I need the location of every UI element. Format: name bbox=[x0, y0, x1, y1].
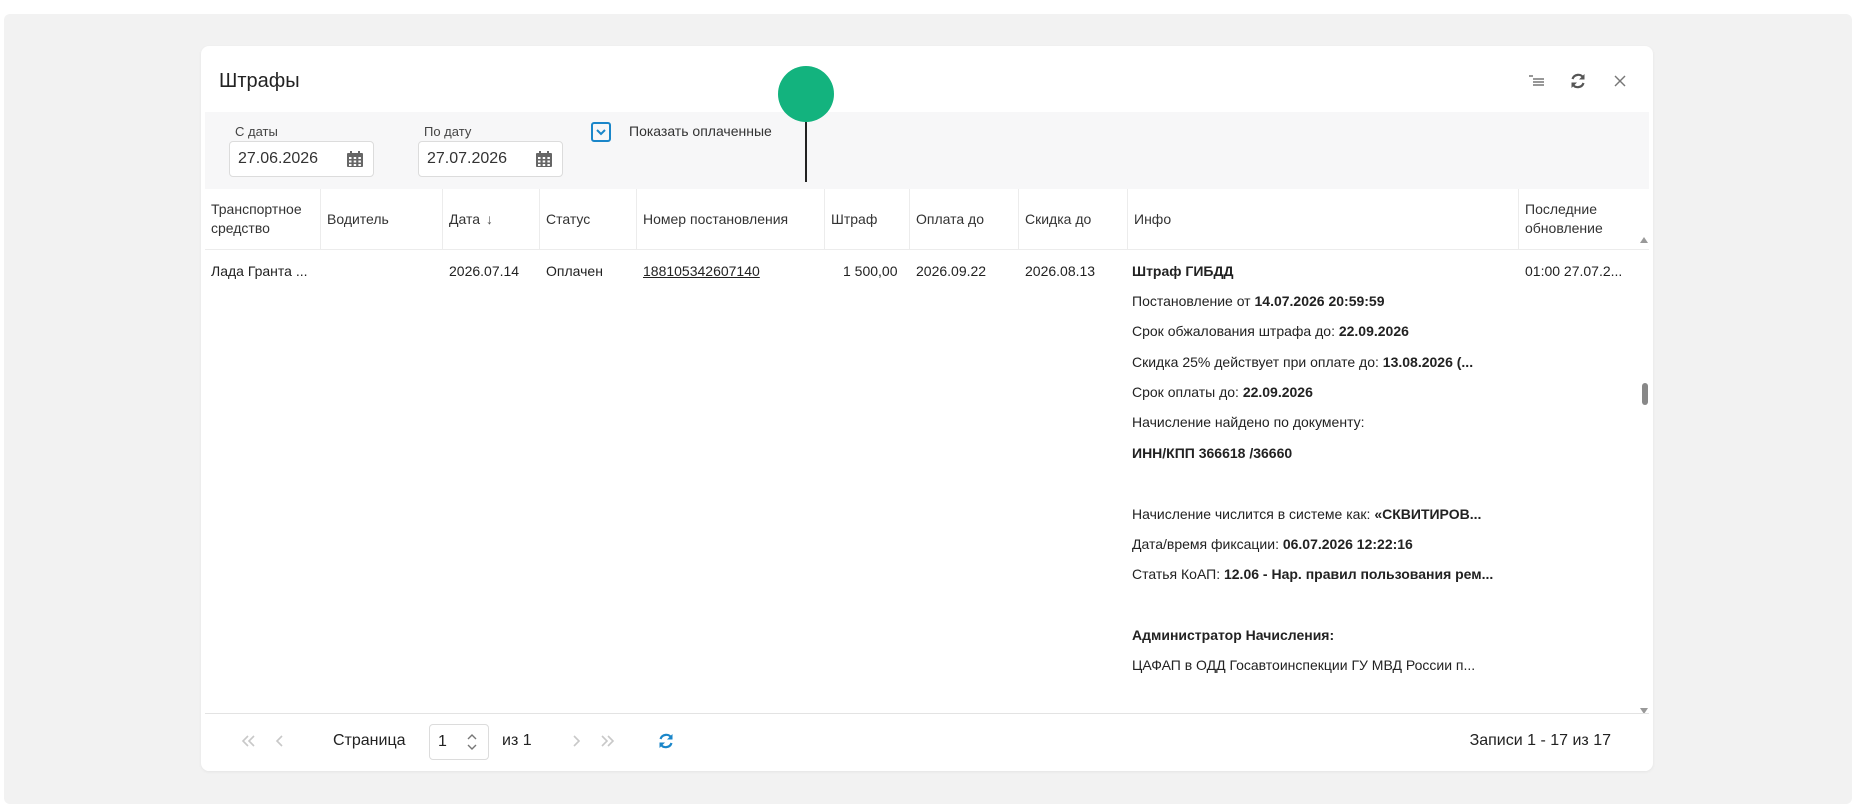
calendar-icon[interactable] bbox=[345, 149, 365, 169]
col-pay-until[interactable]: Оплата до bbox=[910, 189, 1019, 249]
col-driver[interactable]: Водитель bbox=[321, 189, 443, 249]
info-line: Дата/время фиксации: 06.07.2026 12:22:16 bbox=[1132, 536, 1413, 552]
info-line: Срок оплаты до: 22.09.2026 bbox=[1132, 384, 1313, 400]
col-fine[interactable]: Штраф bbox=[825, 189, 910, 249]
info-line: Скидка 25% действует при оплате до: 13.0… bbox=[1132, 354, 1474, 370]
col-date-label: Дата bbox=[449, 210, 481, 227]
col-vehicle[interactable]: Транспортное средство bbox=[205, 189, 321, 249]
header-tools bbox=[1525, 70, 1631, 92]
cell-status: Оплачен bbox=[546, 263, 603, 279]
to-date-field[interactable]: 27.07.2026 bbox=[418, 141, 563, 177]
info-line: Начисление числится в системе как: «СКВИ… bbox=[1132, 506, 1482, 522]
fines-panel: Штрафы С даты 27.06.2026 По дату 27.07.2… bbox=[201, 46, 1653, 771]
pager: Страница 1 из 1 Записи 1 - 17 из 17 bbox=[205, 713, 1649, 771]
page-label: Страница bbox=[333, 732, 406, 749]
annotation-marker bbox=[778, 66, 834, 122]
cell-pay-until: 2026.09.22 bbox=[916, 263, 987, 279]
page-number-input[interactable]: 1 bbox=[429, 724, 489, 760]
show-paid-label[interactable]: Показать оплаченные bbox=[629, 123, 772, 139]
page-number-value: 1 bbox=[438, 733, 447, 750]
col-status[interactable]: Статус bbox=[540, 189, 637, 249]
from-date-label: С даты bbox=[235, 124, 278, 139]
page-stepper-icon[interactable] bbox=[465, 731, 479, 753]
annotation-marker-line bbox=[805, 122, 807, 182]
page-total-label: из 1 bbox=[502, 732, 532, 749]
col-discount-until[interactable]: Скидка до bbox=[1019, 189, 1128, 249]
cell-discount-until: 2026.08.13 bbox=[1025, 263, 1096, 279]
to-date-label: По дату bbox=[424, 124, 472, 139]
info-line: Постановление от 14.07.2026 20:59:59 bbox=[1132, 293, 1385, 309]
first-page-icon[interactable] bbox=[237, 730, 259, 752]
show-paid-checkbox[interactable] bbox=[591, 122, 611, 142]
filter-bar: С даты 27.06.2026 По дату 27.07.2026 bbox=[205, 112, 1649, 189]
close-icon[interactable] bbox=[1609, 70, 1631, 92]
col-date[interactable]: Дата ↓ bbox=[443, 189, 540, 249]
to-date-value: 27.07.2026 bbox=[427, 150, 508, 167]
from-date-value: 27.06.2026 bbox=[238, 150, 319, 167]
sort-desc-icon: ↓ bbox=[486, 210, 494, 227]
table-body: Лада Гранта ... 2026.07.14 Оплачен 18810… bbox=[205, 249, 1649, 709]
last-page-icon[interactable] bbox=[597, 730, 619, 752]
info-line: Штраф ГИБДД bbox=[1132, 263, 1234, 279]
scroll-up-arrow[interactable] bbox=[1640, 237, 1648, 243]
cell-updated: 01:00 27.07.2... bbox=[1525, 263, 1623, 279]
resolution-link[interactable]: 188105342607140 bbox=[643, 263, 760, 279]
prev-page-icon[interactable] bbox=[269, 730, 291, 752]
records-count: Записи 1 - 17 из 17 bbox=[1469, 732, 1611, 749]
panel-title: Штрафы bbox=[219, 70, 300, 92]
cell-fine: 1 500,00 bbox=[843, 263, 898, 279]
chevron-down-icon bbox=[596, 129, 606, 136]
refresh-icon[interactable] bbox=[655, 730, 677, 752]
info-line: ИНН/КПП 366618 /36660 bbox=[1132, 445, 1293, 461]
column-settings-icon[interactable] bbox=[1525, 70, 1547, 92]
calendar-icon[interactable] bbox=[534, 149, 554, 169]
scrollbar-thumb[interactable] bbox=[1642, 383, 1648, 405]
info-line: Статья КоАП: 12.06 - Нар. правил пользов… bbox=[1132, 566, 1494, 582]
col-info[interactable]: Инфо bbox=[1128, 189, 1519, 249]
refresh-icon[interactable] bbox=[1567, 70, 1589, 92]
table-header: Транспортное средство Водитель Дата ↓ Ст… bbox=[205, 189, 1649, 250]
col-updated[interactable]: Последние обновление bbox=[1519, 189, 1629, 249]
info-line: ЦАФАП в ОДД Госавтоинспекции ГУ МВД Росс… bbox=[1132, 657, 1476, 673]
info-line: Срок обжалования штрафа до: 22.09.2026 bbox=[1132, 323, 1409, 339]
cell-vehicle: Лада Гранта ... bbox=[211, 263, 308, 279]
next-page-icon[interactable] bbox=[565, 730, 587, 752]
cell-date: 2026.07.14 bbox=[449, 263, 520, 279]
col-resolution[interactable]: Номер постановления bbox=[637, 189, 825, 249]
info-line: Начисление найдено по документу: bbox=[1132, 414, 1365, 430]
info-line: Администратор Начисления: bbox=[1132, 627, 1335, 643]
from-date-field[interactable]: 27.06.2026 bbox=[229, 141, 374, 177]
